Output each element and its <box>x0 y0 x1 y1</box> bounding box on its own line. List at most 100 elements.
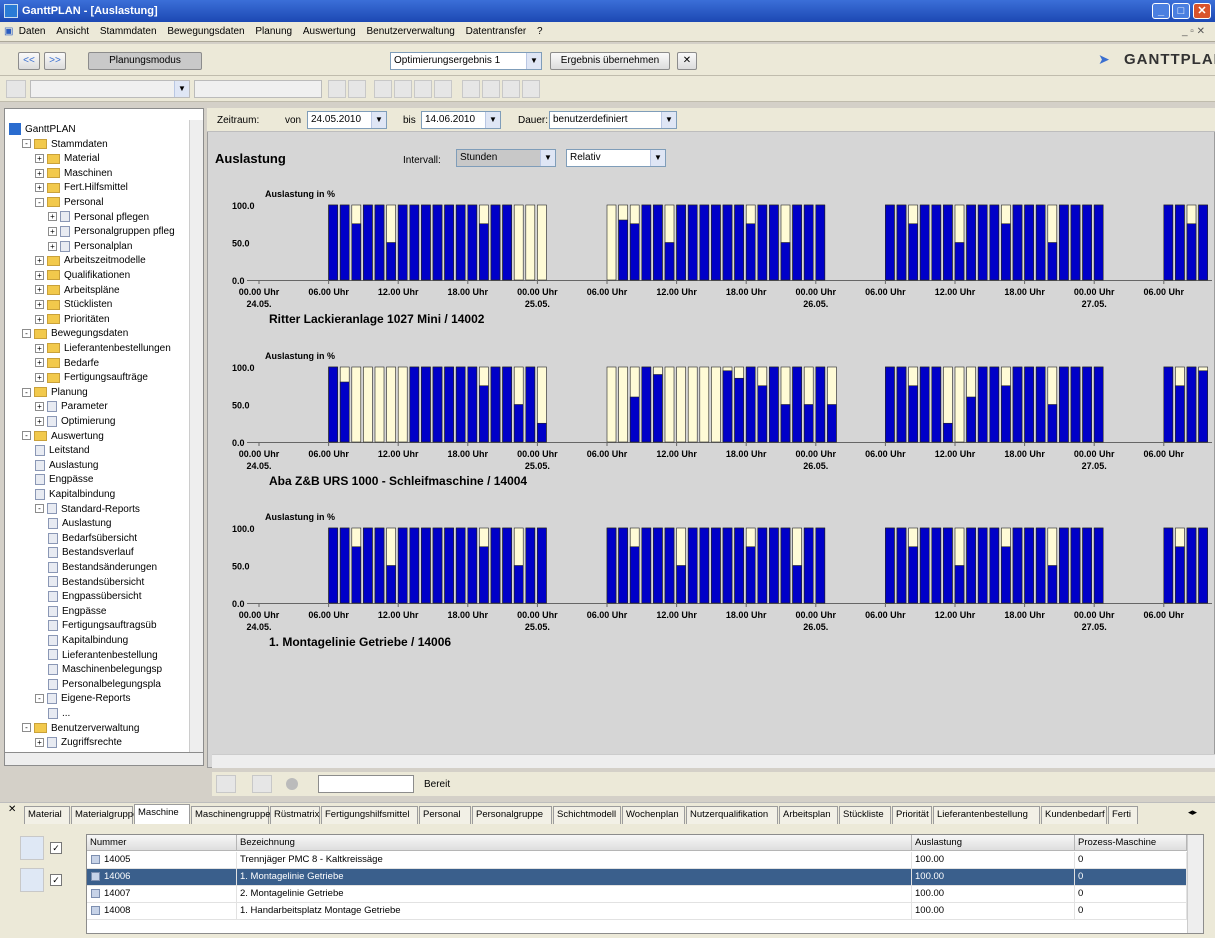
grid-vertical-scrollbar[interactable] <box>1187 835 1203 933</box>
bar-used <box>1070 366 1081 443</box>
bar-used <box>432 366 443 443</box>
bar-free <box>954 366 965 443</box>
status-text: Bereit <box>424 779 451 790</box>
bar-used <box>1047 565 1058 604</box>
edit-icon[interactable] <box>20 868 44 892</box>
chart-title: Ritter Lackieranlage 1027 Mini / 14002 <box>269 312 485 326</box>
filter-checkbox-2[interactable]: ✓ <box>50 874 62 886</box>
x-tick-label: 00.00 Uhr <box>1074 610 1115 620</box>
tab-scroll-icon[interactable]: ◂▸ <box>1188 807 1197 818</box>
bar-used <box>769 527 779 604</box>
chart-horizontal-scrollbar[interactable] <box>212 754 1215 768</box>
bar-used <box>803 527 814 604</box>
table-row[interactable]: 14008 1. Handarbeitsplatz Montage Getrieb… <box>87 903 1187 920</box>
column-header[interactable]: Auslastung <box>912 835 1075 851</box>
table-row[interactable]: 14007 2. Montagelinie Getriebe 100.00 0 <box>87 886 1187 903</box>
x-date-label: 24.05. <box>246 461 271 471</box>
tab-lieferantenbestellung[interactable]: Lieferantenbestellung <box>933 806 1040 824</box>
filter-checkbox-1[interactable]: ✓ <box>50 842 62 854</box>
bar-used <box>1082 366 1092 443</box>
bar-used <box>537 527 547 604</box>
bar-used <box>502 204 512 281</box>
machine-icon <box>91 905 100 915</box>
bar-used <box>1198 370 1208 443</box>
x-tick-label: 06.00 Uhr <box>587 287 628 297</box>
bar-used <box>803 404 814 443</box>
tab-ferti[interactable]: Ferti <box>1108 806 1138 824</box>
bar-used <box>664 242 675 281</box>
tab-arbeitsplan[interactable]: Arbeitsplan <box>779 806 838 824</box>
tab-materialgruppe[interactable]: Materialgruppe <box>71 806 138 824</box>
tab-priorität[interactable]: Priorität <box>892 806 932 824</box>
bar-used <box>1070 204 1081 281</box>
x-tick-label: 18.00 Uhr <box>726 449 767 459</box>
y-tick-label: 0.0 <box>232 438 245 448</box>
bar-used <box>444 366 454 443</box>
bar-used <box>328 204 338 281</box>
bar-used <box>537 422 547 443</box>
bar-used <box>1059 527 1069 604</box>
x-tick-label: 06.00 Uhr <box>1144 610 1185 620</box>
bar-used <box>1047 404 1058 443</box>
bar-used <box>664 527 675 604</box>
tab-rüstmatrix[interactable]: Rüstmatrix <box>270 806 320 824</box>
tab-personalgruppe[interactable]: Personalgruppe <box>472 806 552 824</box>
bar-used <box>409 527 420 604</box>
bar-used <box>490 204 501 281</box>
x-tick-label: 12.00 Uhr <box>656 287 697 297</box>
bar-used <box>943 422 953 443</box>
bar-used <box>432 204 443 281</box>
tab-personal[interactable]: Personal <box>419 806 471 824</box>
x-tick-label: 00.00 Uhr <box>517 449 558 459</box>
bar-used <box>699 204 710 281</box>
bar-used <box>687 204 698 281</box>
x-tick-label: 18.00 Uhr <box>448 449 489 459</box>
column-header[interactable]: Bezeichnung <box>237 835 912 851</box>
tab-maschine[interactable]: Maschine <box>134 804 190 825</box>
table-row[interactable]: 14006 1. Montagelinie Getriebe 100.00 0 <box>87 869 1187 886</box>
tab-schichtmodell[interactable]: Schichtmodell <box>553 806 621 824</box>
bar-used <box>711 204 721 281</box>
y-tick-label: 50.0 <box>232 401 250 411</box>
y-tick-label: 0.0 <box>232 276 245 286</box>
bar-used <box>896 366 907 443</box>
refresh-icon[interactable] <box>20 836 44 860</box>
x-tick-label: 12.00 Uhr <box>656 610 697 620</box>
bar-used <box>339 381 350 443</box>
tab-material[interactable]: Material <box>24 806 70 824</box>
bar-used <box>1012 366 1023 443</box>
print-icon[interactable] <box>252 775 272 793</box>
x-date-label: 25.05. <box>525 622 550 632</box>
bar-used <box>896 527 907 604</box>
bar-used <box>490 527 501 604</box>
tab-kundenbedarf[interactable]: Kundenbedarf <box>1041 806 1107 824</box>
x-date-label: 25.05. <box>525 299 550 309</box>
bar-used <box>780 242 791 281</box>
table-row[interactable]: 14005 Trennjäger PMC 8 - Kaltkreissäge 100… <box>87 852 1187 869</box>
tab-maschinengruppe[interactable]: Maschinengruppe <box>191 806 271 824</box>
table-cell: 1. Handarbeitsplatz Montage Getriebe <box>237 903 912 920</box>
tab-wochenplan[interactable]: Wochenplan <box>622 806 685 824</box>
tab-stückliste[interactable]: Stückliste <box>839 806 891 824</box>
tab-fertigungshilfsmittel[interactable]: Fertigungshilfsmittel <box>321 806 418 824</box>
close-tabs-icon[interactable]: ✕ <box>8 804 16 815</box>
tab-nutzerqualifikation[interactable]: Nutzerqualifikation <box>686 806 778 824</box>
table-cell: 1. Montagelinie Getriebe <box>237 869 912 886</box>
print-preview-icon[interactable] <box>216 775 236 793</box>
bar-used <box>885 204 895 281</box>
x-tick-label: 06.00 Uhr <box>587 449 628 459</box>
bar-used <box>629 546 640 604</box>
machine-number: 14005 <box>104 854 131 865</box>
x-date-label: 27.05. <box>1082 622 1107 632</box>
bar-used <box>653 527 663 604</box>
bar-used <box>931 527 942 604</box>
bar-used <box>1093 204 1104 281</box>
machine-number: 14006 <box>104 871 131 882</box>
chart-title: 1. Montagelinie Getriebe / 14006 <box>269 635 451 649</box>
bar-free <box>351 366 362 443</box>
bar-used <box>745 546 756 604</box>
column-header[interactable]: Prozess-Maschine <box>1075 835 1187 851</box>
x-tick-label: 00.00 Uhr <box>517 287 558 297</box>
bar-used <box>919 366 930 443</box>
column-header[interactable]: Nummer <box>87 835 237 851</box>
